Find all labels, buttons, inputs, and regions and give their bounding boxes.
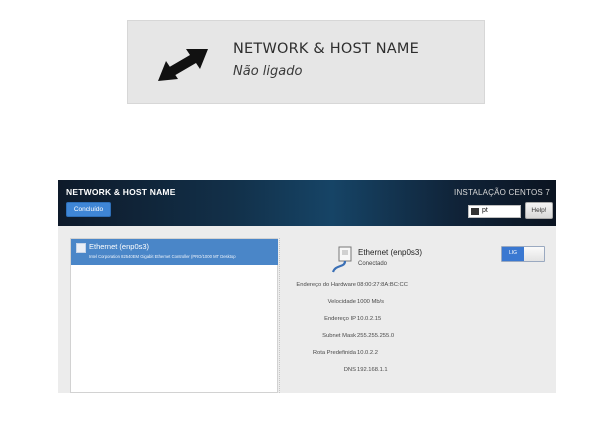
detail-label: Velocidade <box>327 299 356 305</box>
device-toggle[interactable]: LIG <box>501 246 545 262</box>
page-title: NETWORK & HOST NAME <box>66 187 176 197</box>
detail-label: DNS <box>343 367 356 373</box>
ethernet-cable-icon <box>331 246 352 273</box>
device-item-description: Intel Corporation 82540EM Gigabit Ethern… <box>89 254 236 259</box>
device-list-item[interactable]: Ethernet (enp0s3) Intel Corporation 8254… <box>71 239 278 265</box>
help-button[interactable]: Help! <box>525 202 553 219</box>
detail-value: 1000 Mb/s <box>357 299 385 305</box>
header-bar: NETWORK & HOST NAME Concluído INSTALAÇÃO… <box>58 180 556 226</box>
network-hostname-spoke[interactable]: NETWORK & HOST NAME Não ligado <box>127 20 485 104</box>
detail-value: 10.0.2.2 <box>357 350 378 356</box>
detail-row-hardware-address: Endereço do Hardware 08:00:27:8A:BC:CC <box>58 282 556 292</box>
detail-value: 192.168.1.1 <box>357 367 388 373</box>
detail-row-subnet-mask: Subnet Mask 255.255.255.0 <box>58 333 556 343</box>
spoke-title: NETWORK & HOST NAME <box>233 41 419 57</box>
install-title: INSTALAÇÃO CENTOS 7 <box>454 188 550 197</box>
ethernet-device-icon <box>76 243 86 253</box>
detail-label: Rota Predefinida <box>312 350 356 356</box>
detail-row-ip-address: Endereço IP 10.0.2.15 <box>58 316 556 326</box>
detail-row-default-route: Rota Predefinida 10.0.2.2 <box>58 350 556 360</box>
device-status: Conectado <box>358 261 388 267</box>
toggle-thumb <box>524 247 544 261</box>
installer-window: NETWORK & HOST NAME Concluído INSTALAÇÃO… <box>58 180 556 393</box>
detail-label: Endereço IP <box>324 316 356 322</box>
device-name: Ethernet (enp0s3) <box>358 248 423 257</box>
detail-value: 08:00:27:8A:BC:CC <box>357 282 408 288</box>
device-item-name: Ethernet (enp0s3) <box>89 242 150 251</box>
detail-value: 10.0.2.15 <box>357 316 382 322</box>
network-arrows-icon <box>158 49 208 81</box>
detail-label: Subnet Mask <box>322 333 356 339</box>
keyboard-layout-label: pt <box>482 207 488 214</box>
toggle-on-state: LIG <box>502 247 524 261</box>
spoke-status: Não ligado <box>233 64 303 79</box>
detail-row-speed: Velocidade 1000 Mb/s <box>58 299 556 309</box>
detail-label: Endereço do Hardware <box>296 282 356 288</box>
keyboard-icon <box>471 208 479 215</box>
done-button[interactable]: Concluído <box>66 202 111 217</box>
detail-value: 255.255.255.0 <box>357 333 395 339</box>
toggle-label: LIG <box>509 250 518 256</box>
keyboard-layout-indicator[interactable]: pt <box>468 205 521 218</box>
detail-row-dns: DNS 192.168.1.1 <box>58 367 556 377</box>
